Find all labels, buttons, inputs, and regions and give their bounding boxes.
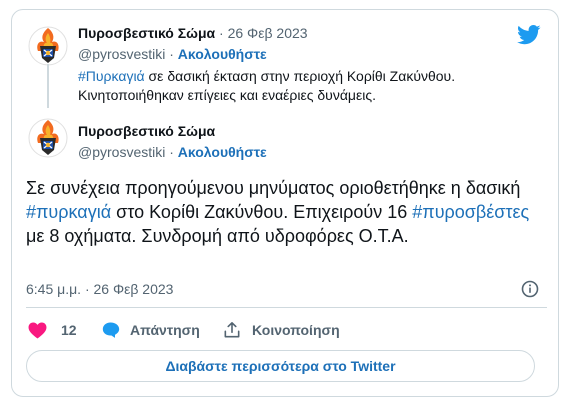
tweet-timestamp[interactable]: 6:45 μ.μ. · 26 Φεβ 2023 bbox=[26, 281, 173, 297]
like-action[interactable]: 12 bbox=[28, 320, 77, 340]
follow-link[interactable]: Ακολουθήστε bbox=[178, 46, 267, 62]
author-handle-row: @pyrosvestiki · Ακολουθήστε bbox=[78, 46, 267, 62]
quoted-tweet-text: #Πυρκαγιά σε δασική έκταση στην περιοχή … bbox=[78, 68, 456, 103]
tweet-text: Σε συνέχεια προηγούμενου μηνύματος οριοθ… bbox=[26, 178, 530, 246]
share-upload-icon bbox=[224, 322, 240, 338]
twitter-bird-icon[interactable] bbox=[517, 25, 541, 45]
reply-label: Απάντηση bbox=[130, 322, 200, 338]
reply-bubble-icon bbox=[102, 322, 120, 338]
info-icon[interactable] bbox=[521, 280, 539, 298]
reply-action[interactable]: Απάντηση bbox=[102, 320, 200, 340]
author-handle-row: @pyrosvestiki · Ακολουθήστε bbox=[78, 144, 267, 160]
avatar[interactable] bbox=[26, 116, 70, 160]
thread-connector bbox=[47, 64, 49, 108]
avatar[interactable] bbox=[26, 24, 70, 68]
hashtag-link[interactable]: #Πυρκαγιά bbox=[78, 68, 145, 84]
hashtag-link[interactable]: #πυρκαγιά bbox=[26, 202, 111, 222]
divider bbox=[26, 307, 547, 308]
hashtag-link[interactable]: #πυροσβέστες bbox=[412, 202, 529, 222]
author-handle[interactable]: @pyrosvestiki bbox=[78, 144, 165, 160]
follow-link[interactable]: Ακολουθήστε bbox=[178, 144, 267, 160]
fire-service-emblem-icon bbox=[28, 26, 68, 66]
fire-service-emblem-icon bbox=[28, 118, 68, 158]
read-more-button[interactable]: Διαβάστε περισσότερα στο Twitter bbox=[26, 350, 535, 382]
share-action[interactable]: Κοινοποίηση bbox=[224, 320, 340, 340]
author-handle[interactable]: @pyrosvestiki bbox=[78, 46, 165, 62]
share-label: Κοινοποίηση bbox=[252, 322, 340, 338]
like-count: 12 bbox=[61, 322, 77, 338]
author-name[interactable]: Πυροσβεστικό Σώμα bbox=[78, 122, 215, 140]
tweet-date[interactable]: 26 Φεβ 2023 bbox=[228, 25, 308, 41]
author-name[interactable]: Πυροσβεστικό Σώμα · 26 Φεβ 2023 bbox=[78, 24, 308, 42]
heart-icon bbox=[28, 321, 47, 339]
